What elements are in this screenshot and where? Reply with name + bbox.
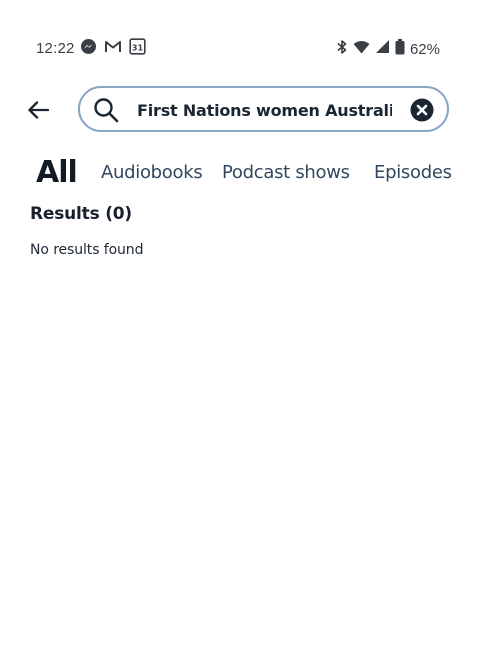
close-circle-icon [410,98,434,122]
tab-audiobooks[interactable]: Audiobooks [101,150,203,194]
gmail-icon [104,39,122,59]
tab-podcast-shows[interactable]: Podcast shows [222,150,350,194]
svg-text:31: 31 [132,43,144,52]
messenger-icon [80,38,97,60]
search-box[interactable] [78,86,449,132]
status-notification-icons: 31 [80,38,146,60]
search-row [0,86,486,134]
back-button[interactable] [24,96,52,124]
battery-icon [395,38,405,60]
status-bar: 12:22 31 62% [0,0,486,98]
tab-episodes[interactable]: Episodes [374,150,452,194]
clear-search-button[interactable] [410,98,434,122]
no-results-message: No results found [30,242,144,258]
status-time: 12:22 [36,40,75,57]
status-system-icons: 62% [336,38,440,60]
calendar-icon: 31 [129,38,146,60]
wifi-icon [353,40,370,59]
tab-all[interactable]: All [36,150,78,194]
filter-tabs: All Audiobooks Podcast shows Episodes [0,150,486,194]
search-icon [94,98,119,123]
results-title: Results (0) [30,204,132,224]
cell-signal-icon [375,39,390,59]
search-input[interactable] [137,96,392,124]
bluetooth-icon [336,39,348,60]
arrow-left-icon [28,101,49,119]
battery-percent: 62% [409,40,440,58]
